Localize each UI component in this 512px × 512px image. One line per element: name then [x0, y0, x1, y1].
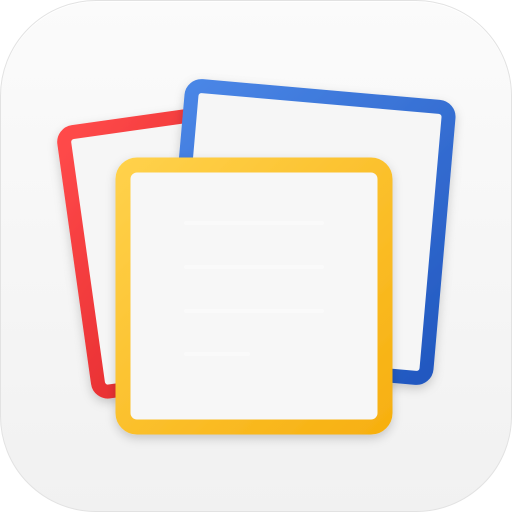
yellow-card [115, 157, 393, 435]
notebook-cards-icon [57, 79, 456, 435]
app-icon-canvas [0, 0, 512, 512]
